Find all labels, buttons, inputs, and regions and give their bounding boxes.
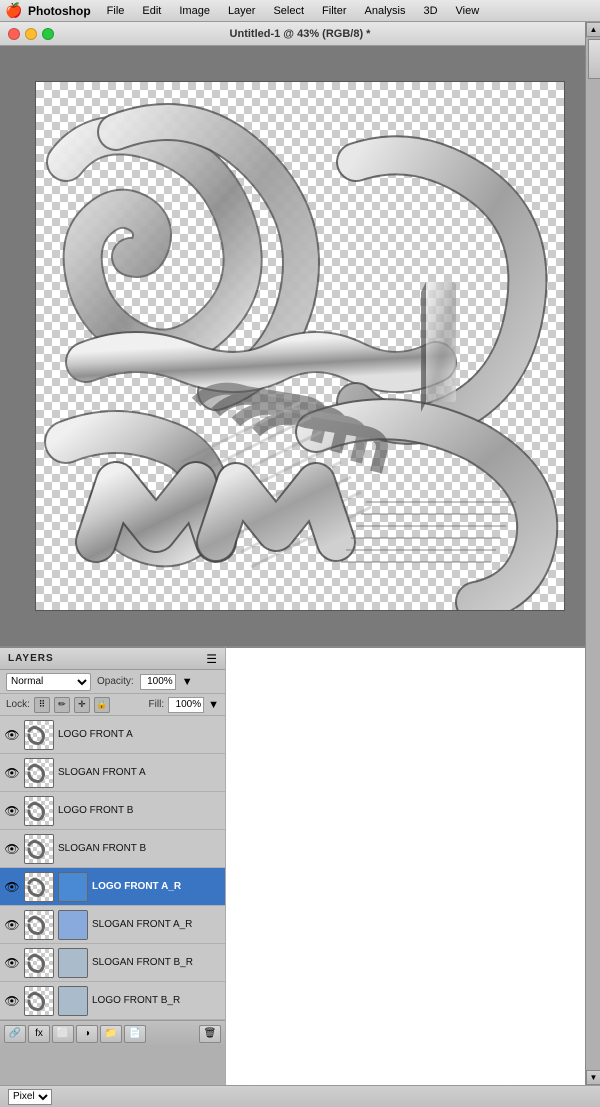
lock-move-button[interactable]: ✛ (74, 697, 90, 713)
bottom-bar: Pixel Inch cm (0, 1085, 600, 1107)
layer-row[interactable]: 👁 LOGO FRONT B_R (0, 982, 225, 1020)
layer-name-label: SLOGAN FRONT B_R (92, 957, 221, 968)
layer-thumbnail (24, 834, 54, 864)
menu-analysis[interactable]: Analysis (357, 3, 414, 19)
link-layers-button[interactable]: 🔗 (4, 1025, 26, 1043)
layer-name-label: LOGO FRONT B (58, 805, 221, 816)
menu-view[interactable]: View (448, 3, 488, 19)
fill-input[interactable] (168, 697, 204, 713)
layer-visibility-icon[interactable]: 👁 (4, 841, 20, 857)
layer-name-label: LOGO FRONT A_R (92, 881, 221, 892)
layer-thumbnail (24, 758, 54, 788)
new-layer-button[interactable]: 📄 (124, 1025, 146, 1043)
new-adjustment-button[interactable]: ◑ (76, 1025, 98, 1043)
layer-row[interactable]: 👁 SLOGAN FRONT A (0, 754, 225, 792)
layer-list: 👁 LOGO FRONT A👁 SLOGAN FRONT A👁 LOGO FRO… (0, 716, 225, 1020)
pixel-unit-select[interactable]: Pixel Inch cm (8, 1089, 52, 1105)
fill-label: Fill: (149, 699, 165, 710)
menu-file[interactable]: File (99, 3, 133, 19)
opacity-input[interactable] (140, 674, 176, 690)
scroll-thumb[interactable] (588, 39, 600, 79)
layer-row[interactable]: 👁 SLOGAN FRONT B (0, 830, 225, 868)
layer-visibility-icon[interactable]: 👁 (4, 765, 20, 781)
scroll-down-button[interactable]: ▼ (586, 1070, 600, 1085)
layers-panel-menu-button[interactable]: ☰ (206, 652, 217, 666)
layer-thumbnail (24, 720, 54, 750)
layer-name-label: SLOGAN FRONT B (58, 843, 221, 854)
layer-visibility-icon[interactable]: 👁 (4, 955, 20, 971)
menu-items: File Edit Image Layer Select Filter Anal… (99, 3, 488, 19)
layer-effects-button[interactable]: fx (28, 1025, 50, 1043)
delete-layer-button[interactable]: 🗑 (199, 1025, 221, 1043)
layers-options-row: Normal Multiply Screen Overlay Opacity: … (0, 670, 225, 694)
main-content-right (225, 646, 585, 1107)
layers-panel-title: LAYERS (8, 653, 54, 664)
layer-thumbnail (24, 796, 54, 826)
layers-bottom-bar: 🔗 fx ⬜ ◑ 📁 📄 🗑 (0, 1020, 225, 1046)
layer-visibility-icon[interactable]: 👁 (4, 917, 20, 933)
layers-panel-header: LAYERS ☰ (0, 648, 225, 670)
layer-thumbnail (24, 986, 54, 1016)
layer-thumbnail (24, 872, 54, 902)
artwork-container (36, 82, 564, 610)
opacity-label: Opacity: (97, 676, 134, 687)
layer-thumbnail (24, 948, 54, 978)
minimize-button[interactable] (25, 28, 37, 40)
add-mask-button[interactable]: ⬜ (52, 1025, 74, 1043)
apple-menu[interactable]: 🍎 (4, 0, 24, 22)
fill-arrow[interactable]: ▼ (208, 699, 219, 711)
layer-name-label: LOGO FRONT A (58, 729, 221, 740)
layer-visibility-icon[interactable]: 👁 (4, 803, 20, 819)
close-button[interactable] (8, 28, 20, 40)
menubar: 🍎 Photoshop File Edit Image Layer Select… (0, 0, 600, 22)
layer-visibility-icon[interactable]: 👁 (4, 993, 20, 1009)
maximize-button[interactable] (42, 28, 54, 40)
canvas-area (0, 46, 600, 646)
lock-brush-button[interactable]: ✏ (54, 697, 70, 713)
lock-label: Lock: (6, 699, 30, 710)
lock-all-button[interactable]: 🔒 (94, 697, 110, 713)
menu-filter[interactable]: Filter (314, 3, 354, 19)
layer-name-label: SLOGAN FRONT A (58, 767, 221, 778)
layer-row[interactable]: 👁 SLOGAN FRONT B_R (0, 944, 225, 982)
menu-image[interactable]: Image (171, 3, 218, 19)
new-group-button[interactable]: 📁 (100, 1025, 122, 1043)
artwork-svg (36, 82, 565, 611)
layer-row[interactable]: 👁 SLOGAN FRONT A_R (0, 906, 225, 944)
canvas-frame[interactable] (35, 81, 565, 611)
layer-mask-thumbnail (58, 910, 88, 940)
layer-visibility-icon[interactable]: 👁 (4, 727, 20, 743)
layer-mask-thumbnail (58, 948, 88, 978)
layer-thumbnail (24, 910, 54, 940)
opacity-arrow[interactable]: ▼ (182, 676, 193, 688)
empty-area (226, 648, 585, 1107)
window-title: Untitled-1 @ 43% (RGB/8) * (230, 28, 371, 40)
layers-panel: LAYERS ☰ Normal Multiply Screen Overlay … (0, 646, 225, 1046)
layer-visibility-icon[interactable]: 👁 (4, 879, 20, 895)
menu-layer[interactable]: Layer (220, 3, 264, 19)
traffic-lights (8, 28, 54, 40)
blend-mode-select[interactable]: Normal Multiply Screen Overlay (6, 673, 91, 691)
layer-row[interactable]: 👁 LOGO FRONT A_R (0, 868, 225, 906)
menu-select[interactable]: Select (265, 3, 312, 19)
layer-mask-thumbnail (58, 872, 88, 902)
layer-name-label: LOGO FRONT B_R (92, 995, 221, 1006)
right-scrollbar[interactable]: ▲ ▼ (585, 22, 600, 1107)
app-name: Photoshop (28, 4, 91, 18)
layer-row[interactable]: 👁 LOGO FRONT B (0, 792, 225, 830)
layer-mask-thumbnail (58, 986, 88, 1016)
scroll-track[interactable] (588, 39, 598, 79)
layers-lock-row: Lock: ⠿ ✏ ✛ 🔒 Fill: ▼ (0, 694, 225, 716)
titlebar: Untitled-1 @ 43% (RGB/8) * (0, 22, 600, 46)
layer-row[interactable]: 👁 LOGO FRONT A (0, 716, 225, 754)
menu-3d[interactable]: 3D (415, 3, 445, 19)
scroll-up-button[interactable]: ▲ (586, 22, 600, 37)
menu-edit[interactable]: Edit (134, 3, 169, 19)
layer-name-label: SLOGAN FRONT A_R (92, 919, 221, 930)
lock-checkerboard-button[interactable]: ⠿ (34, 697, 50, 713)
